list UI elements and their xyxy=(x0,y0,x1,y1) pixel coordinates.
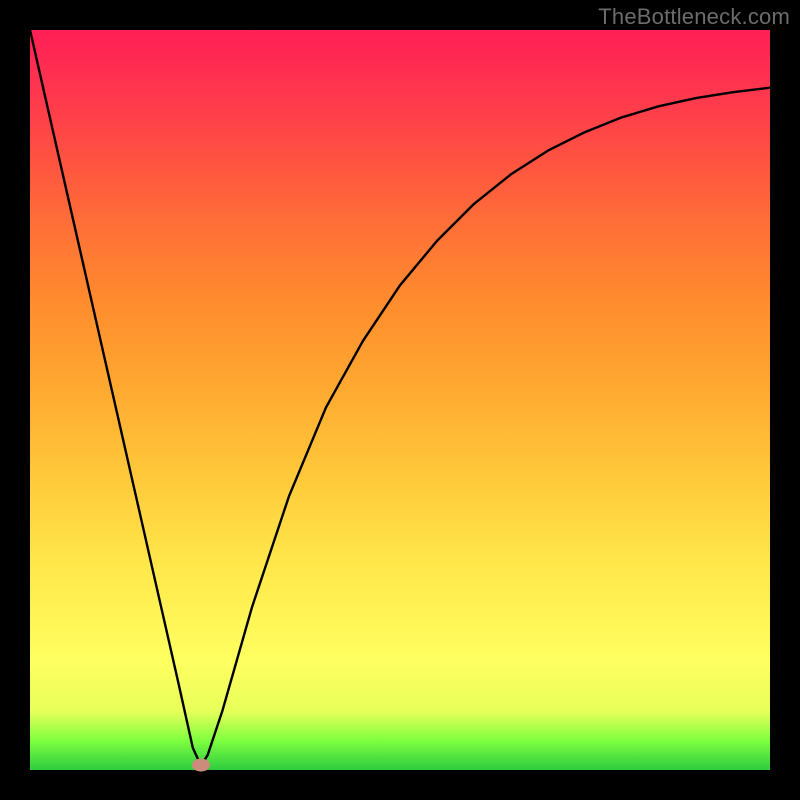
chart-curve-svg xyxy=(30,30,770,770)
chart-plot-area xyxy=(30,30,770,770)
bottleneck-curve xyxy=(30,30,770,766)
chart-frame: TheBottleneck.com xyxy=(0,0,800,800)
watermark-text: TheBottleneck.com xyxy=(598,4,790,30)
optimal-point-marker xyxy=(192,759,210,772)
